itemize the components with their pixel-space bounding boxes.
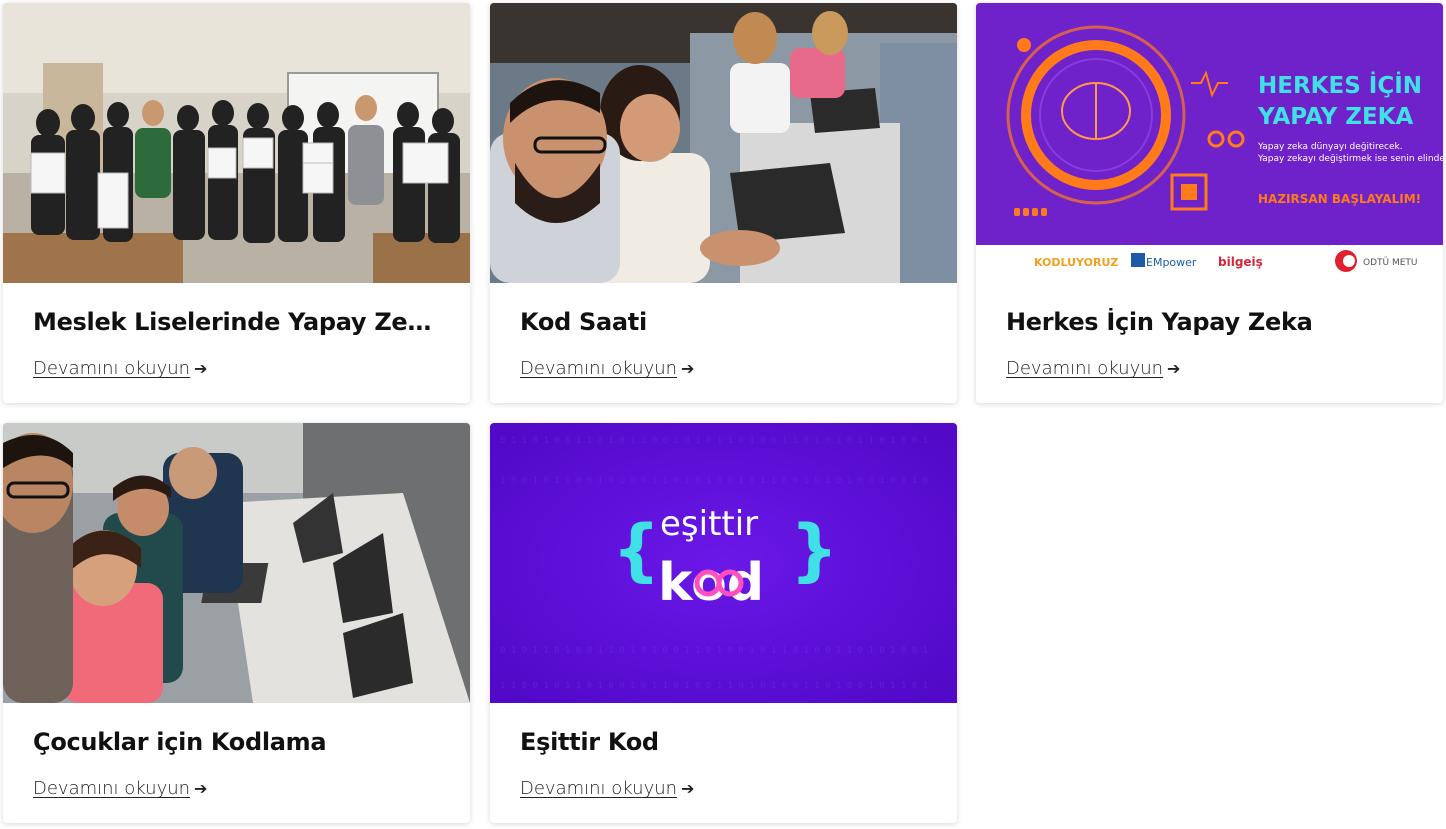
card-title[interactable]: Eşittir Kod [520,728,930,756]
read-more-link[interactable]: Devamını okuyun ➔ [1006,358,1180,379]
svg-text:0 1 0 1 1 0 1 0 0 1 1 0 1 0 1: 0 1 0 1 1 0 1 0 0 1 1 0 1 0 1 0 0 1 1 0 … [500,646,928,656]
arrow-right-icon: ➔ [681,359,695,378]
card-image[interactable]: 0 1 1 0 1 0 0 1 1 0 1 0 1 1 0 0 1 0 1 0 … [490,423,957,703]
logo-odtu: ODTÜ METU [1363,257,1418,268]
banner-heading-line2: YAPAY ZEKA [1257,104,1413,130]
logo-bilgeis: bilgeiş [1218,255,1263,269]
card-title[interactable]: Meslek Liselerinde Yapay Zeka E... [33,308,443,336]
card-image[interactable] [490,3,957,283]
card-title[interactable]: Herkes İçin Yapay Zeka [1006,308,1416,336]
content-card[interactable]: Kod Saati Devamını okuyun ➔ [490,3,957,403]
read-more-link[interactable]: Devamını okuyun ➔ [33,778,207,799]
content-card[interactable]: HERKES İÇİN YAPAY ZEKA Yapay zeka dünyay… [976,3,1443,403]
logo-empower: EMpower [1146,256,1197,269]
banner-subtitle-line1: Yapay zeka dünyayı değitirecek. [1257,142,1403,152]
arrow-right-icon: ➔ [681,779,695,798]
banner-cta: HAZIRSAN BAŞLAYALIM! [1258,192,1421,206]
card-title[interactable]: Kod Saati [520,308,930,336]
banner-heading-line1: HERKES İÇİN [1258,71,1422,99]
svg-text:}: } [790,511,838,590]
arrow-right-icon: ➔ [1167,359,1181,378]
card-image[interactable]: HERKES İÇİN YAPAY ZEKA Yapay zeka dünyay… [976,3,1443,283]
card-image[interactable] [3,3,470,283]
read-more-link[interactable]: Devamını okuyun ➔ [520,778,694,799]
children-coding-photo [3,423,470,703]
content-card[interactable]: Meslek Liselerinde Yapay Zeka E... Devam… [3,3,470,403]
students-at-laptops-photo [490,3,957,283]
svg-text:0 1 1 0 1 0 0 1 1 0 1 0 1 1 0: 0 1 1 0 1 0 0 1 1 0 1 0 1 1 0 0 1 0 1 0 … [500,436,928,446]
content-card[interactable]: Çocuklar için Kodlama Devamını okuyun ➔ [3,423,470,823]
classroom-group-photo [3,3,470,283]
esittir-word: eşittir [660,504,758,544]
logo-kodluyoruz: KODLUYORUZ [1034,256,1118,269]
card-title[interactable]: Çocuklar için Kodlama [33,728,443,756]
read-more-link[interactable]: Devamını okuyun ➔ [33,358,207,379]
kod-word: kod [658,553,764,613]
arrow-right-icon: ➔ [194,779,208,798]
arrow-right-icon: ➔ [194,359,208,378]
svg-text:1 0 0 1 0 1 1 0 0 1 0 1 0 0 1: 1 0 0 1 0 1 1 0 0 1 0 1 0 0 1 1 0 1 0 1 … [500,476,928,486]
esittir-kod-logo: 0 1 1 0 1 0 0 1 1 0 1 0 1 1 0 0 1 0 1 0 … [490,423,957,703]
content-card[interactable]: 0 1 1 0 1 0 0 1 1 0 1 0 1 1 0 0 1 0 1 0 … [490,423,957,823]
banner-subtitle-line2: Yapay zekayı değiştirmek ise senin elind… [1257,154,1443,164]
svg-text:{: { [612,511,660,590]
read-more-link[interactable]: Devamını okuyun ➔ [520,358,694,379]
card-image[interactable] [3,423,470,703]
ai-for-everyone-banner: HERKES İÇİN YAPAY ZEKA Yapay zeka dünyay… [976,3,1443,283]
svg-text:1 1 0 0 1 0 1 1 0 1 0 0 1 0 1: 1 1 0 0 1 0 1 1 0 1 0 0 1 0 1 1 0 1 0 0 … [500,681,928,691]
